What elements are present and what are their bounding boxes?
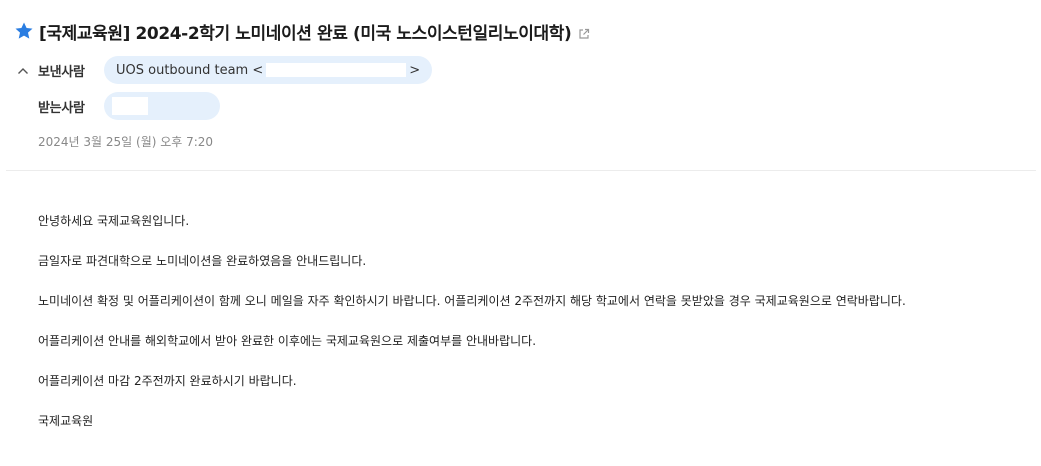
sender-address-redacted [266, 63, 407, 77]
body-paragraph: 어플리케이션 마감 2주전까지 완료하시기 바랍니다. [38, 374, 297, 388]
sender-open-bracket: < [252, 62, 264, 78]
external-link-icon[interactable] [578, 25, 590, 39]
recipient-chip[interactable] [104, 92, 220, 120]
sender-close-bracket: > [409, 62, 421, 78]
body-signature: 국제교육원 [38, 414, 94, 428]
body-paragraph: 안녕하세요 국제교육원입니다. [38, 214, 190, 228]
mail-subject: [국제교육원] 2024-2학기 노미네이션 완료 (미국 노스이스턴일리노이대… [39, 23, 572, 44]
body-paragraph: 노미네이션 확정 및 어플리케이션이 함께 오니 메일을 자주 확인하시기 바랍… [38, 294, 906, 308]
mail-header: [국제교육원] 2024-2학기 노미네이션 완료 (미국 노스이스턴일리노이대… [0, 0, 1041, 171]
chevron-up-icon[interactable] [16, 63, 30, 77]
recipient-label: 받는사람 [38, 100, 85, 116]
sender-name: UOS outbound team [116, 62, 249, 78]
sender-row: 보낸사람 UOS outbound team < > [16, 56, 433, 84]
body-paragraph: 어플리케이션 안내를 해외학교에서 받아 완료한 이후에는 국제교육원으로 제출… [38, 334, 537, 348]
sender-label: 보낸사람 [38, 64, 85, 80]
mail-body: 안녕하세요 국제교육원입니다. 금일자로 파견대학으로 노미네이션을 완료하였음… [38, 212, 1033, 452]
star-icon[interactable] [14, 21, 34, 41]
sender-chip[interactable]: UOS outbound team < > [104, 56, 433, 84]
sent-date: 2024년 3월 25일 (월) 오후 7:20 [38, 135, 214, 149]
body-paragraph: 금일자로 파견대학으로 노미네이션을 완료하였음을 안내드립니다. [38, 254, 367, 268]
recipient-address-redacted [112, 97, 148, 115]
recipient-row: 받는사람 [16, 92, 220, 120]
subject-row: [국제교육원] 2024-2학기 노미네이션 완료 (미국 노스이스턴일리노이대… [14, 16, 590, 46]
header-divider [6, 170, 1036, 171]
